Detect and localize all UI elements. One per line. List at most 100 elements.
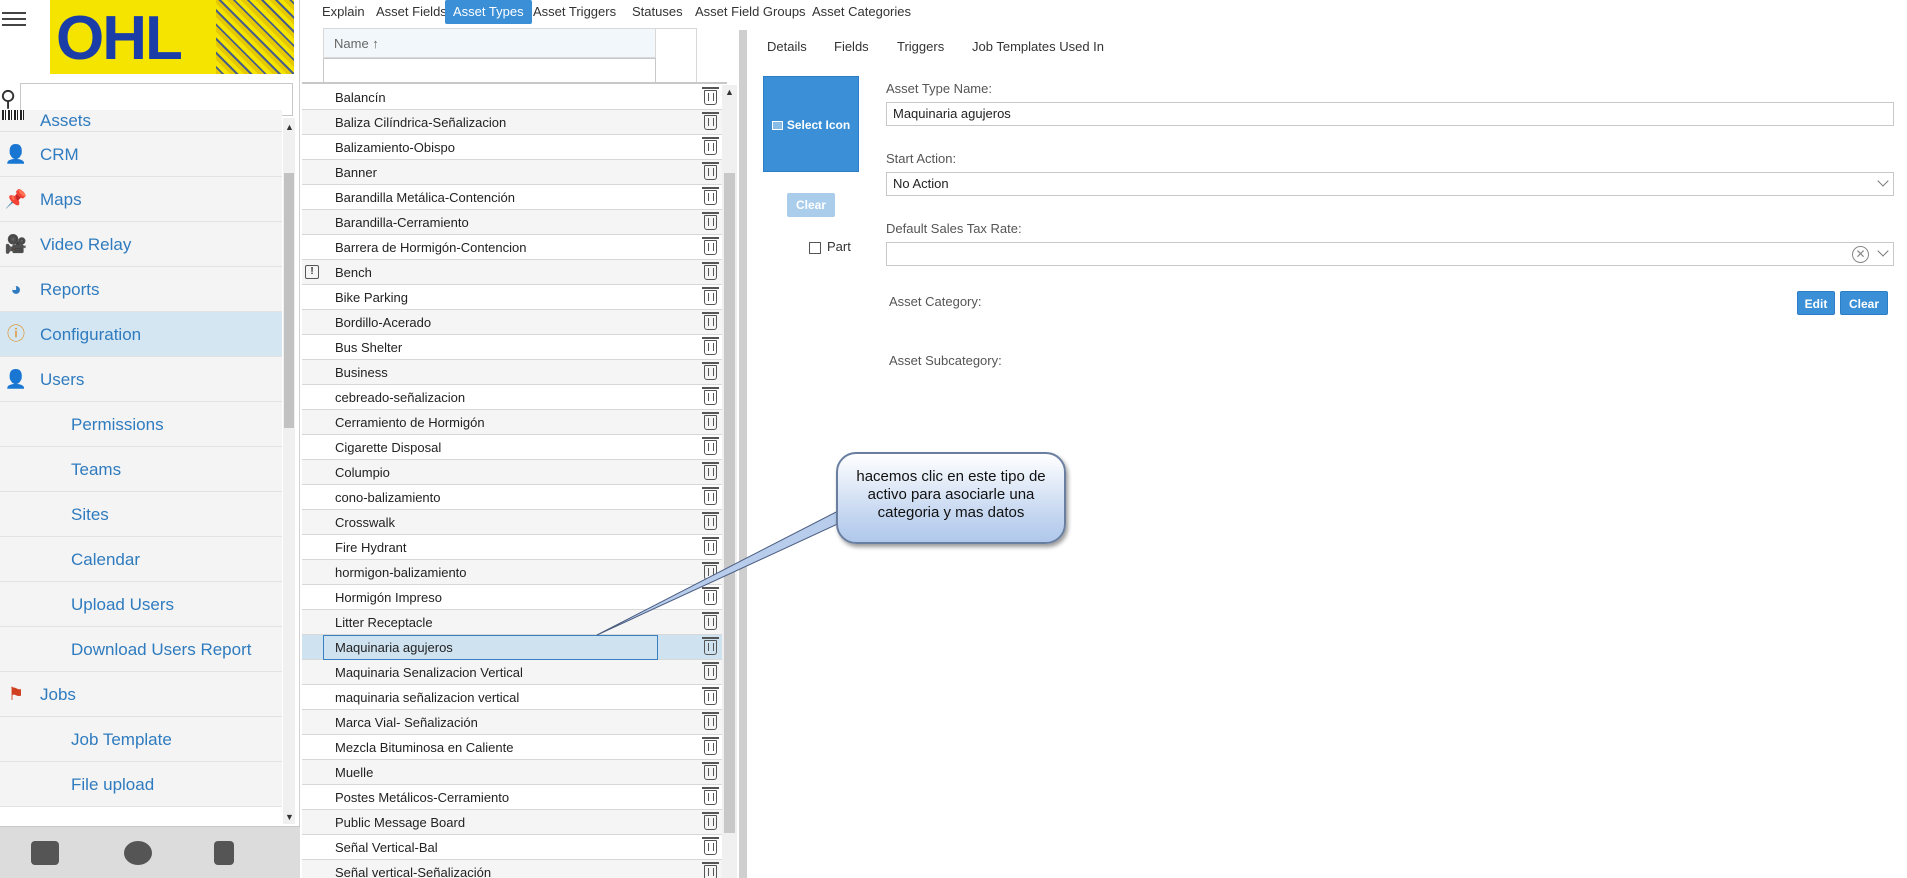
list-item[interactable]: maquinaria señalizacion vertical	[302, 685, 722, 710]
trash-icon[interactable]	[702, 762, 719, 780]
list-item[interactable]: Marca Vial- Señalización	[302, 710, 722, 735]
list-item[interactable]: Bordillo-Acerado	[302, 310, 722, 335]
name-filter-input[interactable]	[323, 58, 656, 84]
clear-icon-button[interactable]: Clear	[787, 193, 835, 217]
list-item[interactable]: ! Bench	[302, 260, 722, 285]
tab-asset-field-groups[interactable]: Asset Field Groups	[687, 0, 814, 24]
nav-item-file-upload[interactable]: File upload	[0, 762, 282, 807]
nav-item-calendar[interactable]: Calendar	[0, 537, 282, 582]
nav-item-crm[interactable]: 👤 CRM	[0, 132, 282, 177]
trash-icon[interactable]	[702, 687, 719, 705]
list-item[interactable]: Señal vertical-Señalización	[302, 860, 722, 878]
tab-statuses[interactable]: Statuses	[624, 0, 691, 24]
trash-icon[interactable]	[702, 737, 719, 755]
list-item[interactable]: Business	[302, 360, 722, 385]
sales-tax-label: Default Sales Tax Rate:	[886, 221, 1022, 236]
list-item[interactable]: Baliza Cilíndrica-Señalizacion	[302, 110, 722, 135]
trash-icon[interactable]	[702, 812, 719, 830]
list-item[interactable]: Barandilla-Cerramiento	[302, 210, 722, 235]
nav-item-download-users-report[interactable]: Download Users Report	[0, 627, 282, 672]
list-item[interactable]: Public Message Board	[302, 810, 722, 835]
trash-icon[interactable]	[702, 712, 719, 730]
trash-icon[interactable]	[702, 862, 719, 878]
list-item[interactable]: Barandilla Metálica-Contención	[302, 185, 722, 210]
trash-icon[interactable]	[702, 312, 719, 330]
print-icon[interactable]	[31, 841, 59, 865]
list-item[interactable]: Barrera de Hormigón-Contencion	[302, 235, 722, 260]
nav-item-jobs[interactable]: ⚑ Jobs	[0, 672, 282, 717]
trash-icon[interactable]	[702, 837, 719, 855]
trash-icon[interactable]	[702, 437, 719, 455]
trash-icon[interactable]	[702, 337, 719, 355]
list-item[interactable]: Señal Vertical-Bal	[302, 835, 722, 860]
subtab-details[interactable]: Details	[767, 33, 807, 61]
list-item[interactable]: Cerramiento de Hormigón	[302, 410, 722, 435]
sms-icon[interactable]	[214, 841, 234, 865]
start-action-select[interactable]: No Action	[886, 172, 1894, 196]
nav-item-upload-users[interactable]: Upload Users	[0, 582, 282, 627]
nav-item-sites[interactable]: Sites	[0, 492, 282, 537]
trash-icon[interactable]	[702, 237, 719, 255]
list-item[interactable]: Balizamiento-Obispo	[302, 135, 722, 160]
tab-asset-fields[interactable]: Asset Fields	[368, 0, 455, 24]
trash-icon[interactable]	[702, 212, 719, 230]
nav-item-configuration[interactable]: ⓘ Configuration	[0, 312, 282, 357]
list-item[interactable]: Bike Parking	[302, 285, 722, 310]
trash-icon[interactable]	[702, 787, 719, 805]
chat-icon[interactable]	[124, 841, 152, 865]
list-item[interactable]: Cigarette Disposal	[302, 435, 722, 460]
trash-icon[interactable]	[702, 287, 719, 305]
nav-item-reports[interactable]: ◕ Reports	[0, 267, 282, 312]
trash-icon[interactable]	[702, 112, 719, 130]
annotation-callout: hacemos clic en este tipo de activo para…	[836, 452, 1066, 544]
hamburger-menu-icon[interactable]	[2, 8, 26, 28]
subtab-job-templates[interactable]: Job Templates Used In	[972, 33, 1104, 61]
subtab-fields[interactable]: Fields	[834, 33, 869, 61]
asset-type-name-input[interactable]: Maquinaria agujeros	[886, 102, 1894, 126]
nav-scrollbar[interactable]: ▲ ▼	[283, 118, 295, 824]
edit-category-button[interactable]: Edit	[1797, 291, 1835, 315]
list-scrollbar[interactable]: ▲	[722, 85, 737, 878]
name-column-header[interactable]: Name ↑	[323, 28, 656, 58]
clear-category-button[interactable]: Clear	[1840, 291, 1888, 315]
nav-item-teams[interactable]: Teams	[0, 447, 282, 492]
list-item[interactable]: Muelle	[302, 760, 722, 785]
subtab-triggers[interactable]: Triggers	[897, 33, 944, 61]
nav-item-video-relay[interactable]: 🎥 Video Relay	[0, 222, 282, 267]
list-item-name: Maquinaria Senalizacion Vertical	[335, 665, 523, 680]
trash-icon[interactable]	[702, 162, 719, 180]
nav-item-job-template[interactable]: Job Template	[0, 717, 282, 762]
nav-item-maps[interactable]: 📌 Maps	[0, 177, 282, 222]
trash-icon[interactable]	[702, 362, 719, 380]
nav-item-assets[interactable]: Assets	[0, 110, 282, 132]
clear-x-icon[interactable]: ✕	[1852, 246, 1869, 263]
panel-splitter[interactable]	[739, 30, 747, 878]
nav-item-users[interactable]: 👤 Users	[0, 357, 282, 402]
list-item[interactable]: Banner	[302, 160, 722, 185]
trash-icon[interactable]	[702, 462, 719, 480]
nav-item-permissions[interactable]: Permissions	[0, 402, 282, 447]
select-icon-button[interactable]: Select Icon	[763, 76, 859, 172]
trash-icon[interactable]	[702, 187, 719, 205]
trash-icon[interactable]	[702, 262, 719, 280]
trash-icon[interactable]	[702, 412, 719, 430]
trash-icon[interactable]	[702, 387, 719, 405]
tab-asset-types[interactable]: Asset Types	[445, 0, 532, 24]
list-item[interactable]: Mezcla Bituminosa en Caliente	[302, 735, 722, 760]
list-item[interactable]: Maquinaria Senalizacion Vertical	[302, 660, 722, 685]
list-item[interactable]: Balancín	[302, 85, 722, 110]
list-item-name: hormigon-balizamiento	[335, 565, 467, 580]
tab-asset-triggers[interactable]: Asset Triggers	[525, 0, 624, 24]
list-item[interactable]: Columpio	[302, 460, 722, 485]
trash-icon[interactable]	[702, 137, 719, 155]
list-item[interactable]: cebreado-señalizacion	[302, 385, 722, 410]
trash-icon[interactable]	[702, 87, 719, 105]
tab-explain[interactable]: Explain	[314, 0, 373, 24]
list-item[interactable]: Bus Shelter	[302, 335, 722, 360]
part-checkbox[interactable]	[809, 242, 821, 254]
tab-asset-categories[interactable]: Asset Categories	[804, 0, 919, 24]
list-item-name: Litter Receptacle	[335, 615, 433, 630]
list-item[interactable]: Postes Metálicos-Cerramiento	[302, 785, 722, 810]
sales-tax-select[interactable]: ✕	[886, 242, 1894, 266]
trash-icon[interactable]	[702, 662, 719, 680]
